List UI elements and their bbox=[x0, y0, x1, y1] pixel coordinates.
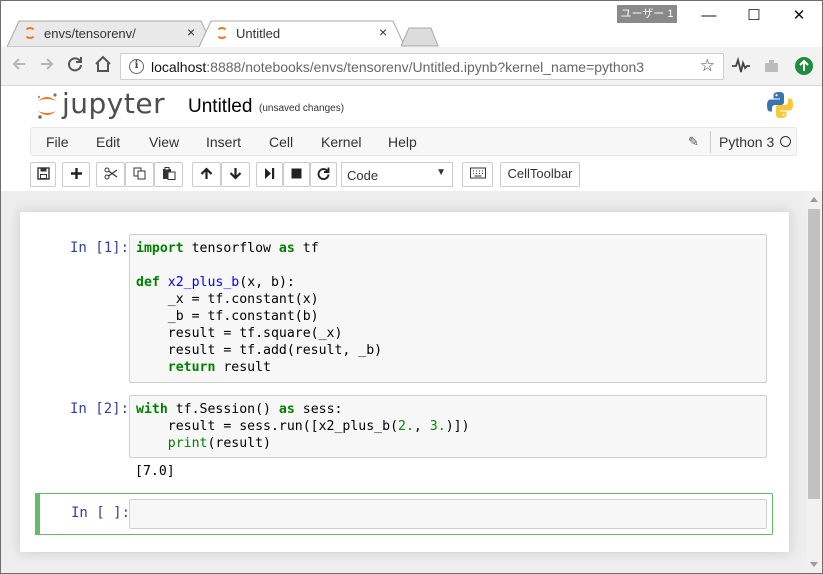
arrow-down-icon bbox=[229, 168, 242, 180]
tab-label: envs/tensorenv/ bbox=[44, 26, 136, 41]
cut-icon bbox=[104, 167, 117, 180]
divider bbox=[710, 131, 711, 153]
menu-kernel[interactable]: Kernel bbox=[321, 134, 361, 150]
update-extension-icon[interactable] bbox=[794, 56, 814, 76]
tab-envs-tensorenv[interactable]: envs/tensorenv/ × bbox=[7, 20, 213, 47]
edit-mode-indicator bbox=[35, 493, 40, 535]
copy-icon bbox=[133, 167, 145, 180]
jupyter-header: jupyter Untitled (unsaved changes) bbox=[1, 86, 822, 127]
browser-titlebar: envs/tensorenv/ × Untitled × ユーザー 1 — ☐ … bbox=[1, 1, 822, 47]
close-window-button[interactable]: ✕ bbox=[784, 5, 814, 27]
code-block: import tensorflow as tf def x2_plus_b(x,… bbox=[136, 241, 383, 375]
scroll-down-icon[interactable] bbox=[810, 562, 818, 567]
tab-close-icon[interactable]: × bbox=[379, 24, 387, 40]
jupyter-logo-icon bbox=[37, 93, 57, 119]
menu-cell[interactable]: Cell bbox=[269, 134, 293, 150]
scroll-up-icon[interactable] bbox=[810, 197, 818, 202]
notebook-site: In [1]: import tensorflow as tf def x2_p… bbox=[1, 191, 806, 573]
tab-label: Untitled bbox=[236, 26, 281, 41]
save-status: (unsaved changes) bbox=[259, 103, 345, 114]
puzzle-extension-icon[interactable] bbox=[762, 56, 782, 76]
menu-file[interactable]: File bbox=[46, 134, 69, 150]
notebook-container: In [1]: import tensorflow as tf def x2_p… bbox=[20, 212, 789, 552]
run-cell-button[interactable] bbox=[256, 162, 283, 187]
restart-icon bbox=[317, 167, 330, 180]
run-icon bbox=[265, 168, 275, 179]
browser-toolbar: i localhost:8888/notebooks/envs/tensoren… bbox=[1, 47, 822, 86]
pulse-extension-icon[interactable] bbox=[731, 56, 751, 76]
copy-button[interactable] bbox=[125, 162, 154, 187]
new-tab-button[interactable] bbox=[401, 27, 439, 47]
move-up-button[interactable] bbox=[192, 162, 221, 187]
home-icon[interactable] bbox=[92, 55, 114, 77]
code-block: with tf.Session() as sess: result = sess… bbox=[136, 402, 470, 451]
scrollbar-thumb[interactable] bbox=[808, 209, 820, 499]
chevron-down-icon: ▼ bbox=[436, 167, 446, 178]
cut-button[interactable] bbox=[96, 162, 125, 187]
minimize-button[interactable]: — bbox=[694, 5, 724, 27]
cell-type-select[interactable]: Code ▼ bbox=[341, 162, 453, 187]
menu-view[interactable]: View bbox=[149, 134, 179, 150]
scrollbar[interactable] bbox=[806, 191, 822, 573]
code-cell-2-input[interactable]: with tf.Session() as sess: result = sess… bbox=[129, 395, 767, 458]
pencil-icon[interactable]: ✎ bbox=[688, 134, 699, 150]
forward-icon[interactable] bbox=[36, 55, 58, 77]
tab-close-icon[interactable]: × bbox=[187, 24, 195, 40]
stop-icon bbox=[291, 168, 302, 179]
plus-icon bbox=[70, 168, 82, 179]
user-profile-badge[interactable]: ユーザー 1 bbox=[617, 5, 677, 23]
cell-type-value: Code bbox=[347, 168, 379, 183]
interrupt-kernel-button[interactable] bbox=[283, 162, 310, 187]
code-cell-3-input[interactable] bbox=[129, 499, 767, 529]
save-button[interactable] bbox=[30, 162, 56, 187]
kernel-name[interactable]: Python 3 bbox=[719, 134, 774, 150]
menubar: File Edit View Insert Cell Kernel Help ✎… bbox=[30, 127, 797, 156]
jupyter-wordmark: jupyter bbox=[62, 87, 166, 120]
move-down-button[interactable] bbox=[221, 162, 250, 187]
paste-icon bbox=[162, 167, 175, 180]
jupyter-favicon-icon bbox=[216, 27, 228, 39]
keyboard-icon bbox=[469, 167, 486, 179]
jupyter-logo[interactable]: jupyter bbox=[34, 87, 165, 122]
star-icon[interactable]: ☆ bbox=[700, 56, 715, 76]
cell-output: [7.0] bbox=[135, 464, 175, 479]
cell-prompt: In [2]: bbox=[70, 401, 130, 417]
celltoolbar-button[interactable]: CellToolbar bbox=[500, 162, 580, 187]
kernel-idle-icon bbox=[780, 136, 791, 147]
maximize-button[interactable]: ☐ bbox=[739, 5, 769, 27]
notebook-title[interactable]: Untitled bbox=[188, 96, 252, 118]
python-logo bbox=[767, 92, 793, 118]
url-text: localhost:8888/notebooks/envs/tensorenv/… bbox=[151, 59, 645, 75]
menu-edit[interactable]: Edit bbox=[96, 134, 120, 150]
save-icon bbox=[36, 167, 50, 180]
back-icon[interactable] bbox=[8, 55, 30, 77]
menu-insert[interactable]: Insert bbox=[206, 134, 241, 150]
cell-prompt: In [1]: bbox=[70, 240, 130, 256]
menu-help[interactable]: Help bbox=[388, 134, 417, 150]
reload-icon[interactable] bbox=[64, 55, 86, 77]
info-icon[interactable]: i bbox=[129, 59, 144, 74]
command-palette-button[interactable] bbox=[462, 162, 493, 187]
notebook-toolbar: Code ▼ CellToolbar bbox=[30, 161, 797, 191]
code-cell-3[interactable]: In [ ]: bbox=[35, 493, 773, 535]
tab-shape bbox=[199, 20, 405, 47]
arrow-up-icon bbox=[200, 167, 213, 179]
code-cell-1-input[interactable]: import tensorflow as tf def x2_plus_b(x,… bbox=[129, 234, 767, 383]
address-bar[interactable]: i localhost:8888/notebooks/envs/tensoren… bbox=[120, 53, 724, 80]
paste-button[interactable] bbox=[154, 162, 183, 187]
insert-cell-button[interactable] bbox=[62, 162, 90, 187]
tab-untitled[interactable]: Untitled × bbox=[199, 20, 405, 47]
restart-kernel-button[interactable] bbox=[310, 162, 337, 187]
cell-prompt: In [ ]: bbox=[71, 505, 131, 521]
jupyter-favicon-icon bbox=[24, 27, 36, 39]
